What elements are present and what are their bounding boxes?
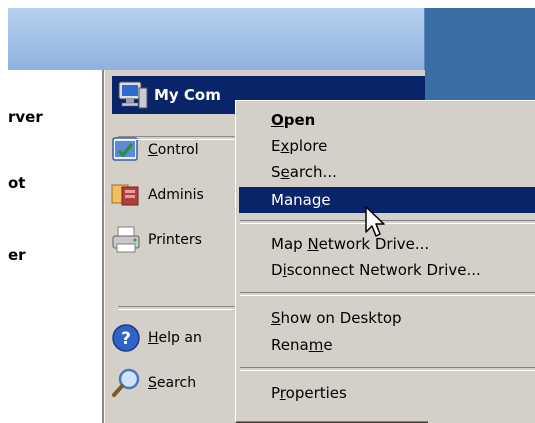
help-label: Help an: [148, 330, 202, 346]
taskbar-glimpse: [428, 413, 535, 423]
context-menu-properties[interactable]: Properties: [239, 380, 535, 406]
context-menu-rename[interactable]: Rename: [239, 332, 535, 358]
my-computer-icon: [118, 81, 148, 109]
context-menu-separator: [240, 367, 535, 371]
screenshot-frame: rver ot er Control Adminis Printers ? He…: [8, 8, 535, 423]
administrative-tools-item[interactable]: Adminis: [110, 177, 204, 213]
search-icon: [112, 368, 140, 397]
search-item[interactable]: Search: [110, 365, 196, 401]
administrative-tools-label: Adminis: [148, 187, 204, 203]
start-menu-left-column: rver ot er: [8, 70, 102, 423]
left-item-er[interactable]: er: [8, 246, 26, 264]
context-menu: Open Explore Search... Manage Map Networ…: [235, 100, 535, 423]
mouse-cursor-icon: [365, 206, 385, 237]
left-item-ot[interactable]: ot: [8, 174, 25, 192]
search-label: Search: [148, 375, 197, 391]
context-menu-search[interactable]: Search...: [239, 159, 535, 185]
context-menu-disconnect-network-drive[interactable]: Disconnect Network Drive...: [239, 257, 535, 283]
printers-icon: [112, 226, 140, 253]
svg-text:?: ?: [121, 329, 131, 349]
context-menu-open[interactable]: Open: [239, 107, 535, 133]
help-item[interactable]: ? Help an: [110, 320, 202, 356]
printers-item[interactable]: Printers: [110, 222, 202, 258]
printers-label: Printers: [148, 232, 202, 248]
context-menu-separator: [240, 292, 535, 296]
administrative-tools-icon: [111, 184, 139, 206]
context-menu-show-on-desktop[interactable]: Show on Desktop: [239, 305, 535, 331]
left-item-server[interactable]: rver: [8, 108, 43, 126]
help-icon: ?: [112, 324, 140, 352]
my-computer-label: My Com: [154, 86, 221, 104]
context-menu-explore[interactable]: Explore: [239, 133, 535, 159]
start-menu-header: [8, 8, 425, 70]
control-panel-label: Control: [148, 142, 199, 158]
